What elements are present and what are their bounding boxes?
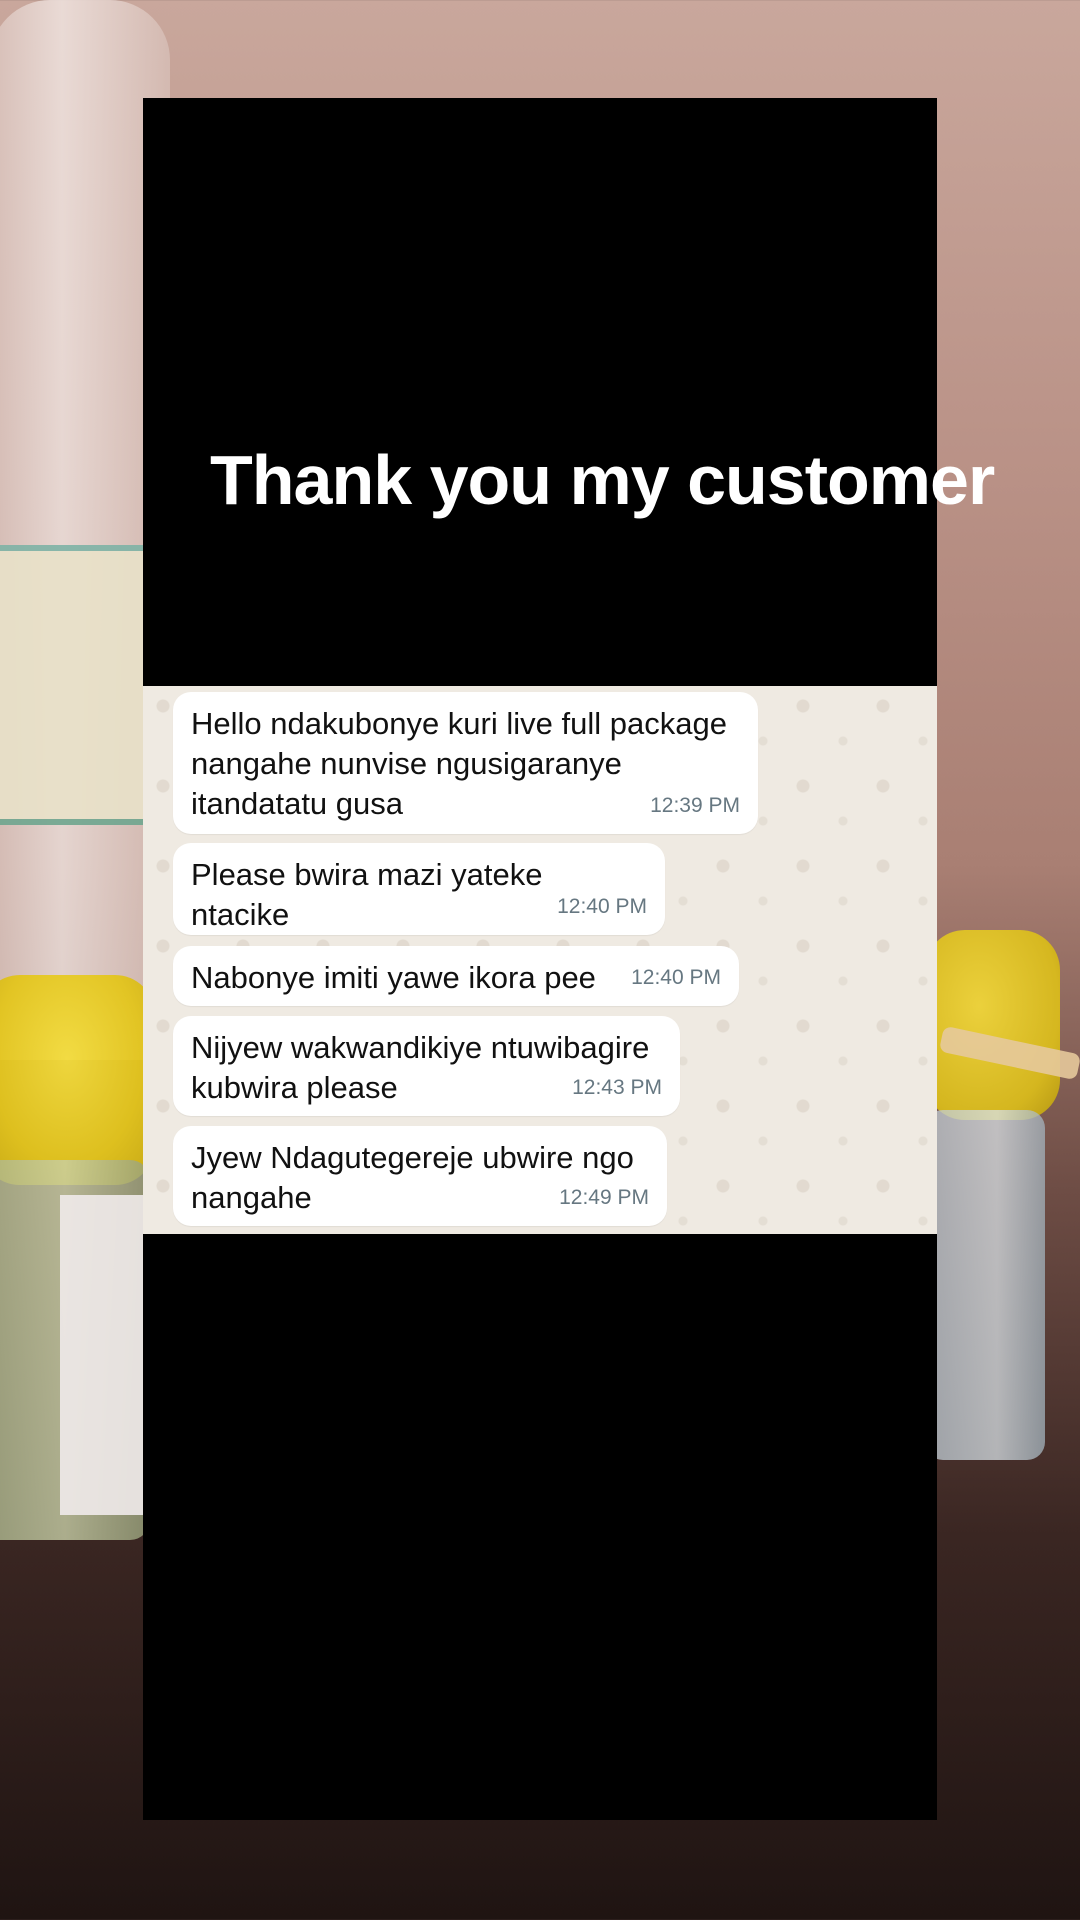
headline-caption: Thank you my customer	[210, 441, 995, 519]
background-jar-label	[60, 1195, 150, 1515]
chat-screenshot: Hello ndakubonye kuri live full package …	[143, 686, 937, 1234]
message-time: 12:40 PM	[631, 966, 721, 989]
message-time: 12:43 PM	[572, 1076, 662, 1099]
message-bubble: Hello ndakubonye kuri live full package …	[173, 692, 758, 834]
message-bubble: Nijyew wakwandikiye ntuwibagire kubwira …	[173, 1016, 680, 1116]
background-yellow-lid	[0, 975, 155, 1185]
background-bottle-label	[0, 545, 150, 825]
message-bubble: Please bwira mazi yateke ntacike 12:40 P…	[173, 843, 665, 935]
message-bubble: Jyew Ndagutegereje ubwire ngo nangahe 12…	[173, 1126, 667, 1226]
background-jar-right	[925, 1110, 1045, 1460]
message-bubble: Nabonye imiti yawe ikora pee 12:40 PM	[173, 946, 739, 1006]
background-yellow-lid-right	[925, 930, 1060, 1120]
message-time: 12:49 PM	[559, 1186, 649, 1209]
message-time: 12:39 PM	[650, 794, 740, 817]
message-time: 12:40 PM	[557, 895, 647, 918]
message-text: Nabonye imiti yawe ikora pee	[191, 960, 596, 995]
